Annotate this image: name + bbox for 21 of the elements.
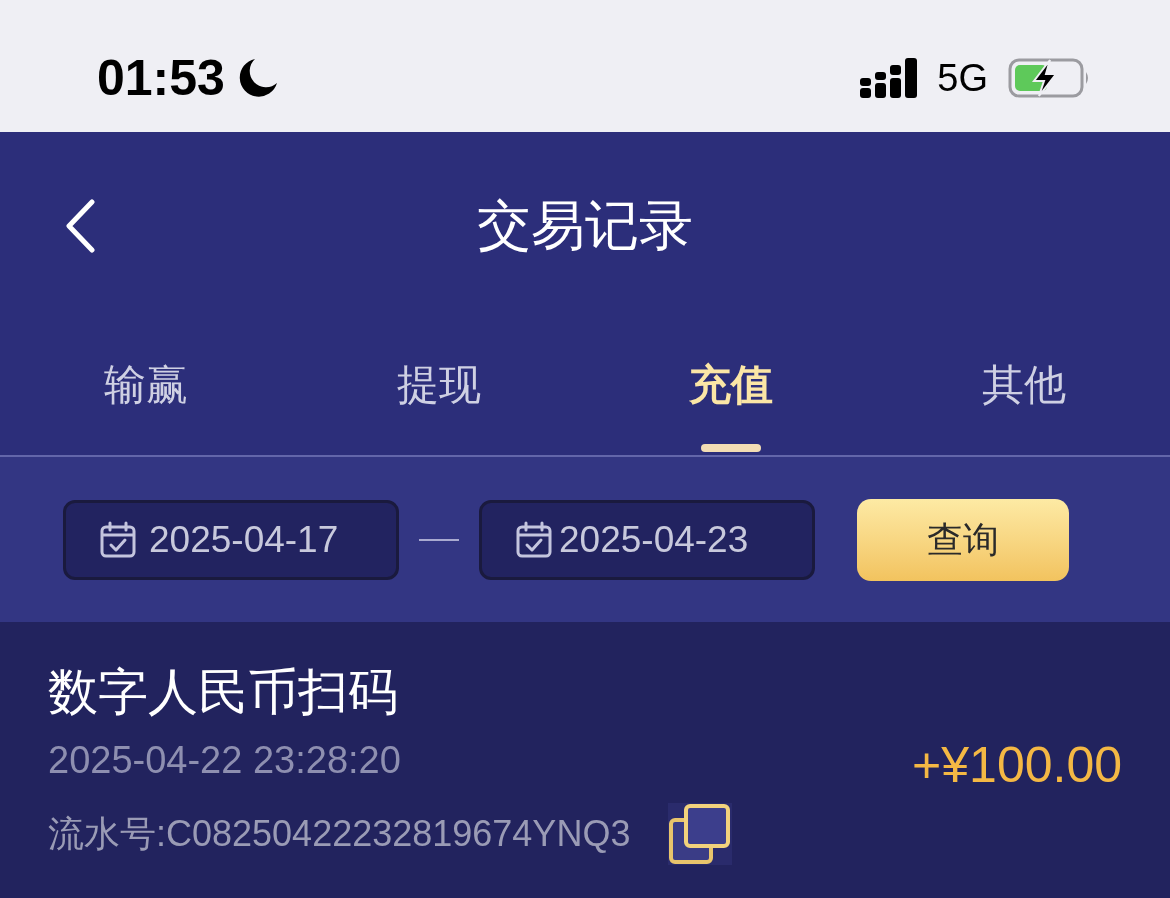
network-type: 5G <box>937 56 988 100</box>
tab[interactable]: 提现 <box>292 318 585 455</box>
copy-icon[interactable] <box>668 803 733 865</box>
serial-number: 流水号:C08250422232819674YNQ3 <box>48 812 631 856</box>
tab[interactable]: 充值 <box>585 318 878 455</box>
transaction-time: 2025-04-22 23:28:20 <box>48 738 401 782</box>
transaction-amount: +¥100.00 <box>912 737 1122 793</box>
end-date-field[interactable]: 2025-04-23 <box>479 499 815 580</box>
tab[interactable]: 其他 <box>877 318 1170 455</box>
back-chevron-icon[interactable] <box>64 199 96 253</box>
calendar-icon <box>99 520 137 559</box>
active-tab-indicator <box>701 444 762 452</box>
tab[interactable]: 输赢 <box>0 318 293 455</box>
status-time: 01:53 <box>97 51 225 105</box>
transaction-title: 数字人民币扫码 <box>48 663 398 722</box>
page-title: 交易记录 <box>477 194 693 257</box>
query-button[interactable]: 查询 <box>857 498 1069 581</box>
battery-charging-icon <box>1008 58 1090 98</box>
start-date-field[interactable]: 2025-04-17 <box>63 499 399 580</box>
calendar-icon <box>515 520 553 559</box>
signal-icon <box>860 58 918 98</box>
